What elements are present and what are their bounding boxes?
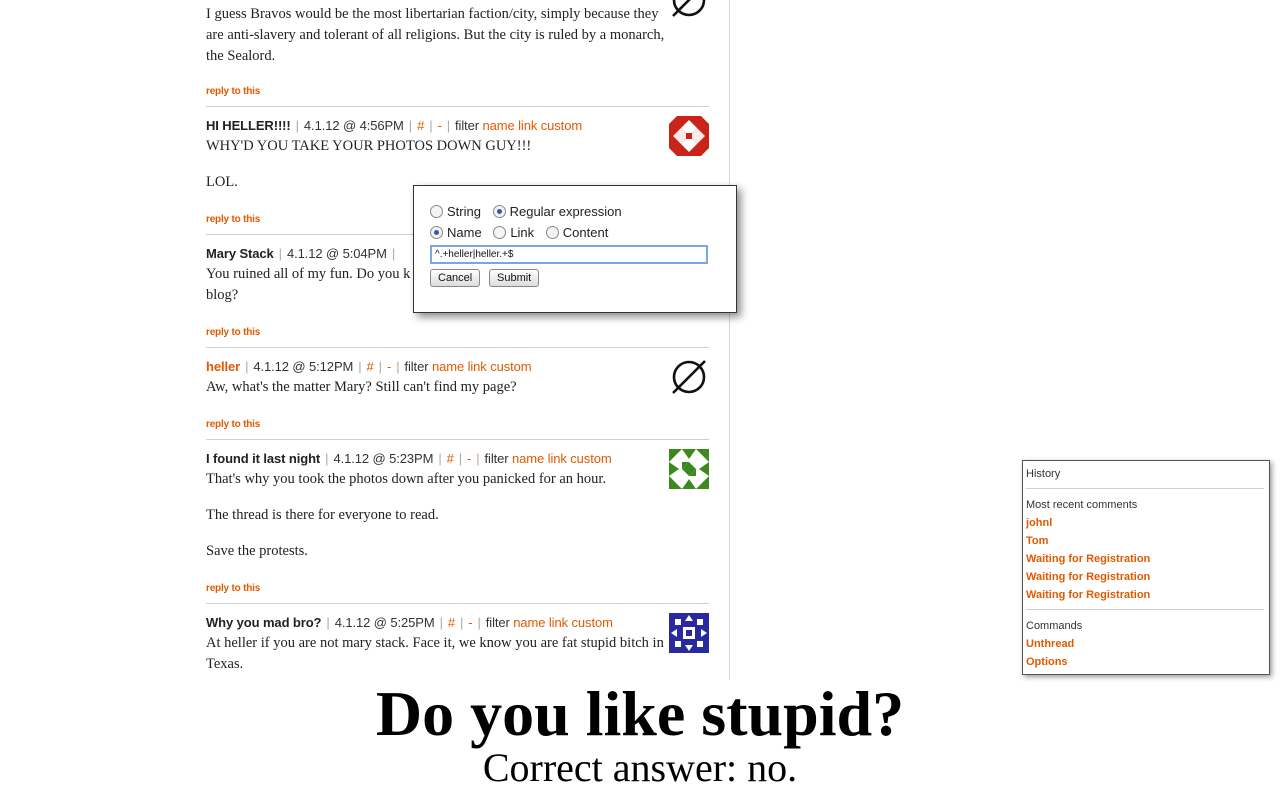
comment-author[interactable]: I found it last night [206, 451, 320, 466]
filter-links[interactable]: name link custom [512, 451, 612, 466]
panel-divider [1026, 488, 1264, 489]
comment-text: The thread is there for everyone to read… [206, 507, 439, 523]
permalink[interactable]: # [367, 359, 374, 374]
collapse-link[interactable]: - [387, 359, 391, 374]
comment-text: That's why you took the photos down afte… [206, 471, 607, 487]
comment-meta: Why you mad bro? | 4.1.12 @ 5:25PM | # | - | fil… [206, 615, 613, 630]
filter-label: filter [485, 615, 510, 630]
reply-link[interactable]: reply to this [206, 327, 260, 338]
comment-text: WHY'D YOU TAKE YOUR PHOTOS DOWN GUY!!! [206, 138, 532, 154]
caption-subtitle: Correct answer: no. [482, 745, 798, 790]
filter-links[interactable]: name link custom [432, 359, 532, 374]
option-label: Regular expression [509, 204, 622, 219]
comment-meta: heller | 4.1.12 @ 5:12PM | # | - | filter name l… [206, 359, 532, 374]
red-identicon [669, 116, 709, 156]
comment: I guess Bravos would be the most liberta… [206, 4, 709, 82]
comment-author[interactable]: Why you mad bro? [206, 615, 322, 630]
filter-label: filter [404, 359, 429, 374]
comment-divider [206, 106, 709, 107]
permalink[interactable]: # [448, 615, 455, 630]
option-content[interactable]: Content [545, 225, 609, 240]
comment-text: Aw, what's the matter Mary? Still can't … [206, 379, 517, 395]
pattern-input[interactable]: ^.+heller|heller.+$ [430, 245, 708, 264]
option-link[interactable]: Link [493, 225, 534, 240]
recent-item[interactable]: johnl [1026, 517, 1052, 529]
comment-divider [206, 439, 709, 440]
match-type-options: String Regular expression [430, 204, 630, 219]
option-string[interactable]: String [430, 204, 481, 219]
comment-author[interactable]: Mary Stack [206, 246, 274, 261]
comment: I found it last night | 4.1.12 @ 5:23PM | # |… [206, 451, 709, 577]
comment-text: I guess Bravos would be the most liberta… [206, 6, 665, 64]
panel-divider [1026, 609, 1264, 610]
recent-item[interactable]: Waiting for Registration [1026, 571, 1150, 583]
comment-date: 4.1.12 @ 5:04PM [286, 246, 387, 261]
caption-title: Do you like stupid? [375, 678, 905, 749]
filter-label: filter [455, 118, 479, 133]
match-field-options: Name Link Content [430, 225, 616, 240]
comment-date: 4.1.12 @ 5:23PM [333, 451, 434, 466]
cancel-button[interactable]: Cancel [430, 269, 481, 287]
permalink[interactable]: # [447, 451, 454, 466]
history-panel: History Most recent comments johnl Tom W… [1022, 460, 1270, 675]
option-label: Name [447, 225, 482, 240]
filter-links[interactable]: name link custom [513, 615, 613, 630]
unthread-command[interactable]: Unthread [1026, 638, 1074, 650]
comment-author[interactable]: heller [206, 359, 240, 374]
comment-body: Aw, what's the matter Mary? Still can't … [206, 377, 709, 398]
permalink[interactable]: # [417, 118, 424, 133]
comment-text: At heller if you are not mary stack. Fac… [206, 635, 664, 672]
radio-string[interactable] [430, 205, 443, 218]
radio-content[interactable] [545, 226, 559, 239]
option-regular-expression[interactable]: Regular expression [492, 204, 622, 219]
collapse-link[interactable]: - [438, 118, 442, 133]
recent-item[interactable]: Waiting for Registration [1026, 553, 1150, 565]
option-label: String [447, 204, 481, 219]
null-avatar-icon [669, 0, 709, 20]
comment-meta: I found it last night | 4.1.12 @ 5:23PM | # |… [206, 451, 612, 466]
comment-column: I guess Bravos would be the most liberta… [0, 0, 730, 680]
recent-heading: Most recent comments [1026, 499, 1138, 511]
reply-link[interactable]: reply to this [206, 86, 260, 97]
comment-meta: HI HELLER!!!! | 4.1.12 @ 4:56PM | # | - | filter… [206, 118, 583, 133]
comment-body: That's why you took the photos down afte… [206, 469, 709, 562]
reply-link[interactable]: reply to this [206, 419, 260, 430]
comment-date: 4.1.12 @ 5:12PM [253, 359, 354, 374]
reply-link[interactable]: reply to this [206, 583, 260, 594]
recent-item[interactable]: Tom [1026, 535, 1048, 547]
option-label: Link [510, 225, 535, 240]
comment-divider [206, 603, 709, 604]
comment: Why you mad bro? | 4.1.12 @ 5:25PM | # | - | fil… [206, 615, 709, 680]
panel-title: History [1026, 468, 1061, 480]
filter-links[interactable]: name link custom [483, 118, 583, 133]
comment-body: At heller if you are not mary stack. Fac… [206, 633, 709, 675]
reply-link[interactable]: reply to this [206, 214, 260, 225]
recent-item[interactable]: Waiting for Registration [1026, 589, 1150, 601]
options-command[interactable]: Options [1026, 656, 1068, 668]
collapse-link[interactable]: - [467, 451, 471, 466]
comment-date: 4.1.12 @ 5:25PM [334, 615, 435, 630]
commands-heading: Commands [1026, 620, 1083, 632]
blue-identicon [669, 613, 709, 653]
option-label: Content [562, 225, 609, 240]
radio-name[interactable] [430, 226, 443, 239]
comment-body: I guess Bravos would be the most liberta… [206, 4, 709, 67]
collapse-link[interactable]: - [468, 615, 472, 630]
comment-author[interactable]: HI HELLER!!!! [206, 118, 291, 133]
null-avatar-icon [669, 357, 709, 397]
filter-popup: String Regular expression Name Link Cont… [413, 185, 737, 313]
comment-text: Save the protests. [206, 543, 308, 559]
comment-date: 4.1.12 @ 4:56PM [303, 118, 404, 133]
comment: heller | 4.1.12 @ 5:12PM | # | - | filter name l… [206, 359, 709, 413]
option-name[interactable]: Name [430, 225, 482, 240]
submit-button[interactable]: Submit [489, 269, 540, 287]
radio-regular-expression[interactable] [492, 205, 506, 218]
green-identicon [669, 449, 709, 489]
filter-label: filter [484, 451, 509, 466]
radio-link[interactable] [493, 226, 507, 239]
comment-divider [206, 347, 709, 348]
